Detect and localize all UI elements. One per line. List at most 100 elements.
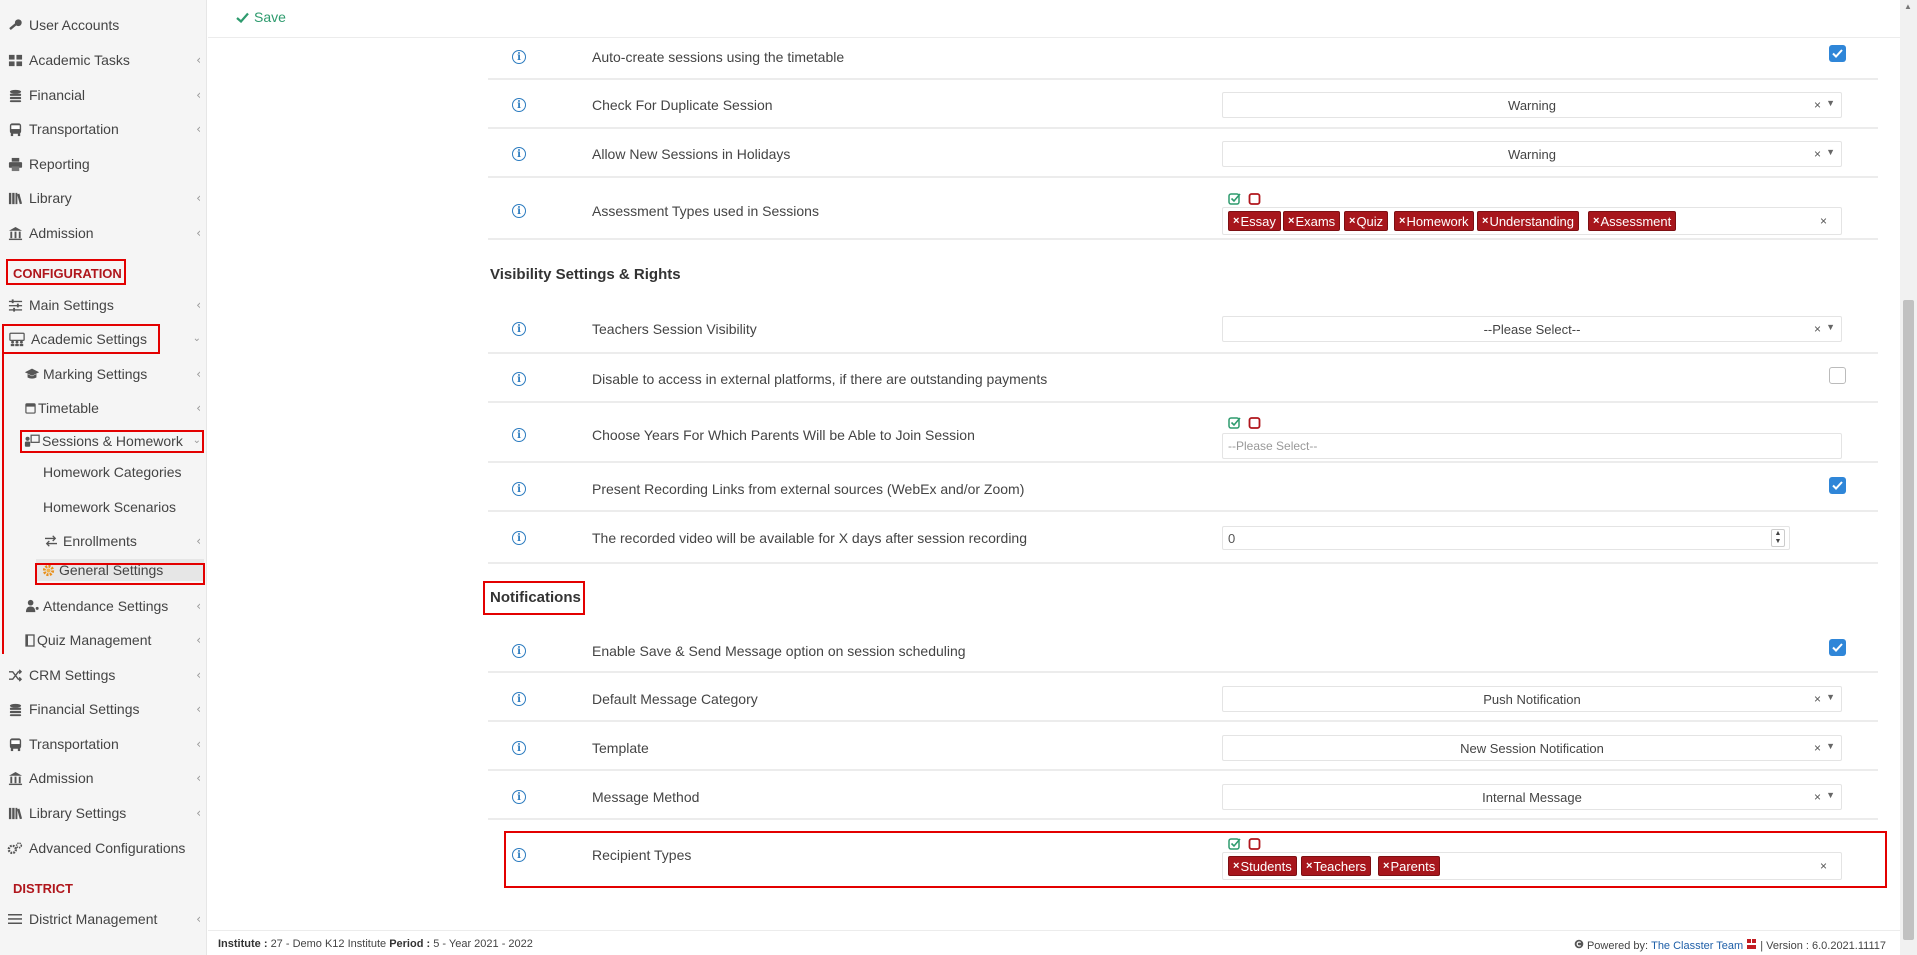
clear-icon[interactable]: × [1814, 790, 1821, 804]
teachers-visibility-select[interactable]: --Please Select-- × ▼ [1222, 316, 1842, 342]
scrollbar[interactable]: ▲ [1900, 0, 1917, 955]
sidebar-item-library-settings[interactable]: Library Settings ‹ [0, 798, 206, 828]
info-icon[interactable]: i [512, 482, 526, 496]
auto-create-checkbox[interactable] [1829, 45, 1846, 62]
sidebar-item-general-settings[interactable]: General Settings [36, 559, 204, 581]
deselect-all-icon[interactable] [1248, 192, 1261, 205]
caret-down-icon[interactable]: ▼ [1826, 98, 1835, 108]
setting-label: The recorded video will be available for… [592, 530, 1028, 546]
check-duplicate-select[interactable]: Warning × ▼ [1222, 92, 1842, 118]
sidebar-item-quiz-management[interactable]: Quiz Management ‹ [0, 625, 206, 655]
select-all-icon[interactable] [1228, 837, 1241, 850]
powered-by-label: Powered by: [1586, 939, 1649, 952]
sidebar-item-crm-settings[interactable]: CRM Settings ‹ [0, 660, 206, 690]
recording-links-checkbox[interactable] [1829, 477, 1846, 494]
tag: × Exams [1283, 211, 1341, 231]
deselect-all-icon[interactable] [1248, 416, 1261, 429]
sidebar-item-library[interactable]: Library ‹ [0, 183, 206, 213]
setting-label: Check For Duplicate Session [592, 97, 773, 113]
sidebar-item-advanced-configurations[interactable]: Advanced Configurations [0, 833, 206, 863]
select-all-icon[interactable] [1228, 192, 1241, 205]
sidebar-item-financial[interactable]: Financial ‹ [0, 80, 206, 110]
clear-icon[interactable]: × [1814, 692, 1821, 706]
key-icon [7, 17, 23, 33]
clear-icon[interactable]: × [1814, 322, 1821, 336]
clear-icon[interactable]: × [1814, 741, 1821, 755]
remove-tag-icon[interactable]: × [1349, 215, 1355, 227]
info-icon[interactable]: i [512, 848, 526, 862]
chevron-left-icon: ‹ [196, 668, 201, 682]
save-send-checkbox[interactable] [1829, 639, 1846, 656]
sidebar-item-transportation-settings[interactable]: Transportation ‹ [0, 729, 206, 759]
info-icon[interactable]: i [512, 741, 526, 755]
sidebar-item-label: Reporting [29, 156, 90, 172]
caret-down-icon[interactable]: ▼ [1826, 322, 1835, 332]
info-icon[interactable]: i [512, 204, 526, 218]
caret-down-icon[interactable]: ▼ [1826, 741, 1835, 751]
info-icon[interactable]: i [512, 98, 526, 112]
sidebar-item-transportation[interactable]: Transportation ‹ [0, 114, 206, 144]
sidebar-item-district-management[interactable]: District Management ‹ [0, 904, 206, 934]
info-icon[interactable]: i [512, 692, 526, 706]
info-icon[interactable]: i [512, 372, 526, 386]
caret-down-icon[interactable]: ▼ [1826, 790, 1835, 800]
recipient-types-multiselect[interactable]: × Students × Teachers × Parents × [1222, 852, 1842, 880]
tag: × Understanding [1477, 211, 1579, 231]
remove-tag-icon[interactable]: × [1288, 215, 1294, 227]
tag: × Quiz [1344, 211, 1389, 231]
sidebar-item-enrollments[interactable]: Enrollments ‹ [0, 526, 206, 556]
clear-icon[interactable]: × [1820, 214, 1827, 228]
sidebar-item-timetable[interactable]: Timetable ‹ [0, 393, 206, 423]
remove-tag-icon[interactable]: × [1233, 215, 1239, 227]
message-category-select[interactable]: Push Notification × ▼ [1222, 686, 1842, 712]
remove-tag-icon[interactable]: × [1306, 860, 1312, 872]
parent-years-multiselect[interactable]: --Please Select-- [1222, 433, 1842, 459]
sidebar-item-sessions-homework[interactable]: Sessions & Homework ⌄ [0, 426, 206, 456]
deselect-all-icon[interactable] [1248, 837, 1261, 850]
remove-tag-icon[interactable]: × [1383, 860, 1389, 872]
sidebar-item-admission-settings[interactable]: Admission ‹ [0, 763, 206, 793]
sidebar-item-reporting[interactable]: Reporting [0, 149, 206, 179]
sidebar-item-attendance-settings[interactable]: Attendance Settings ‹ [0, 591, 206, 621]
info-icon[interactable]: i [512, 50, 526, 64]
disable-external-checkbox[interactable] [1829, 367, 1846, 384]
select-all-icon[interactable] [1228, 416, 1241, 429]
remove-tag-icon[interactable]: × [1593, 215, 1599, 227]
message-method-select[interactable]: Internal Message × ▼ [1222, 784, 1842, 810]
info-icon[interactable]: i [512, 428, 526, 442]
sidebar-item-homework-scenarios[interactable]: Homework Scenarios [0, 492, 206, 522]
sidebar-item-admission[interactable]: Admission ‹ [0, 218, 206, 248]
setting-row-check-duplicate: i Check For Duplicate Session Warning × … [488, 82, 1878, 129]
sidebar-item-marking-settings[interactable]: Marking Settings ‹ [0, 359, 206, 389]
sidebar-item-academic-tasks[interactable]: Academic Tasks ‹ [0, 45, 206, 75]
remove-tag-icon[interactable]: × [1399, 215, 1405, 227]
info-icon[interactable]: i [512, 644, 526, 658]
save-button[interactable]: Save [236, 9, 286, 25]
sidebar-item-main-settings[interactable]: Main Settings ‹ [0, 290, 206, 320]
caret-down-icon[interactable]: ▼ [1826, 692, 1835, 702]
scroll-up-icon[interactable]: ▲ [1904, 2, 1912, 11]
info-icon[interactable]: i [512, 790, 526, 804]
sidebar-item-homework-categories[interactable]: Homework Categories [0, 457, 206, 487]
sidebar-item-user-accounts[interactable]: User Accounts [0, 10, 206, 40]
clear-icon[interactable]: × [1814, 147, 1821, 161]
sidebar-item-financial-settings[interactable]: Financial Settings ‹ [0, 694, 206, 724]
assessment-types-multiselect[interactable]: × Essay × Exams × Quiz × Homework × Understan… [1222, 207, 1842, 235]
info-icon[interactable]: i [512, 322, 526, 336]
caret-down-icon[interactable]: ▼ [1826, 147, 1835, 157]
remove-tag-icon[interactable]: × [1482, 215, 1488, 227]
recorded-days-input[interactable]: 0 ▲ ▼ [1222, 526, 1790, 550]
info-icon[interactable]: i [512, 147, 526, 161]
clear-icon[interactable]: × [1820, 859, 1827, 873]
setting-row-parent-years: i Choose Years For Which Parents Will be… [488, 405, 1878, 463]
info-icon[interactable]: i [512, 531, 526, 545]
powered-by-link[interactable]: The Classter Team [1651, 940, 1743, 952]
sidebar-item-academic-settings[interactable]: Academic Settings ⌄ [0, 324, 206, 354]
spinner-icon[interactable]: ▲ ▼ [1771, 529, 1785, 547]
template-select[interactable]: New Session Notification × ▼ [1222, 735, 1842, 761]
version-text: | Version : 6.0.2021.11117 [1760, 939, 1886, 952]
scroll-thumb[interactable] [1903, 300, 1914, 940]
remove-tag-icon[interactable]: × [1233, 860, 1239, 872]
clear-icon[interactable]: × [1814, 98, 1821, 112]
allow-holidays-select[interactable]: Warning × ▼ [1222, 141, 1842, 167]
